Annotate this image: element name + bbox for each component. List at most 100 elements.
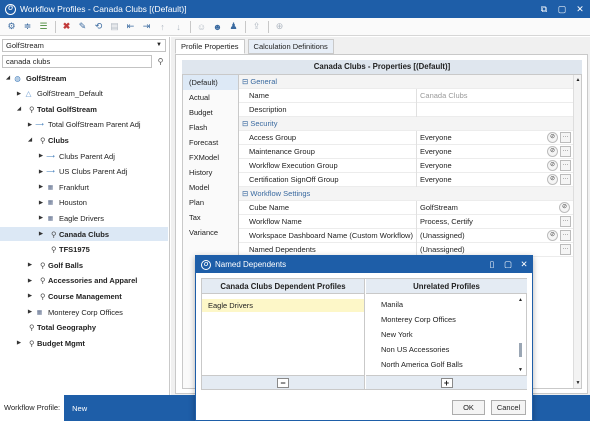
expanded-toggle-icon[interactable]: ◢ [15,106,23,112]
property-value[interactable] [417,103,573,117]
property-value[interactable]: Process, Certify ··· [417,215,573,229]
tree-node[interactable]: ▶ ⚲ Course Management [0,289,168,303]
tab-calculation-definitions[interactable]: Calculation Definitions [247,39,334,54]
move-up-icon[interactable]: ↑ [155,20,170,34]
scenario-item[interactable]: Budget [183,105,238,120]
move-down-icon[interactable]: ↓ [171,20,186,34]
scenario-item[interactable]: Flash [183,120,238,135]
property-row[interactable]: Cube Name GolfStream ⊘ [239,200,573,215]
scroll-down-icon[interactable]: ▼ [574,380,582,386]
tree-node[interactable]: ▶ ▦ Monterey Corp Offices [0,305,168,319]
tree-node[interactable]: ▶ ▦ Eagle Drivers [0,211,168,225]
property-row[interactable]: Workflow Name Process, Certify ··· [239,214,573,229]
tree-node[interactable]: ▶ ⟶ Total GolfStream Parent Adj [0,118,168,132]
tree-node[interactable]: ◢ ⚲ Clubs [0,133,168,147]
property-value[interactable]: Everyone ⊘ ··· [417,173,573,187]
property-scrollbar[interactable]: ▲ ▼ [573,75,581,388]
expanded-toggle-icon[interactable]: ◢ [26,137,34,143]
property-row[interactable]: Description [239,102,573,117]
share-icon[interactable]: ⇪ [249,20,264,34]
unrelated-list-scrollbar[interactable]: ▲ ▼ [518,297,524,373]
remove-dependent-button[interactable]: − [202,375,364,389]
settings-icon[interactable]: ⚙ [4,20,19,34]
clear-value-icon[interactable]: ⊘ [559,201,570,213]
search-input[interactable]: canada clubs [2,55,152,68]
ellipsis-button[interactable]: ··· [560,173,571,185]
ellipsis-button[interactable]: ··· [560,215,571,227]
chevron-down-icon[interactable]: ▼ [156,40,162,51]
collapsed-toggle-icon[interactable]: ▶ [26,278,34,284]
ok-button[interactable]: OK [452,400,485,415]
collapsed-toggle-icon[interactable]: ▶ [37,184,45,190]
globe-icon[interactable]: ⊕ [272,20,287,34]
unrelated-profile-item[interactable]: Monterey Corp Offices [366,312,527,327]
maximize-icon[interactable]: ▢ [555,2,569,16]
add-dependent-button[interactable]: + [366,375,527,389]
property-row[interactable]: Workspace Dashboard Name (Custom Workflo… [239,228,573,243]
unrelated-profile-item[interactable]: North America Golf Balls [366,357,527,372]
ellipsis-button[interactable]: ··· [560,145,571,157]
collapsed-toggle-icon[interactable]: ▶ [37,200,45,206]
property-row[interactable]: Access Group Everyone ⊘ ··· [239,130,573,145]
filter-icon[interactable]: ≑ [20,20,35,34]
collapsed-toggle-icon[interactable]: ▶ [15,91,23,97]
expanded-toggle-icon[interactable]: ◢ [4,75,12,81]
collapsed-toggle-icon[interactable]: ▶ [26,122,34,128]
collapsed-toggle-icon[interactable]: ▶ [26,293,34,299]
property-value[interactable]: Everyone ⊘ ··· [417,145,573,159]
scenario-item[interactable]: Forecast [183,135,238,150]
property-value[interactable]: Canada Clubs [417,89,573,103]
collapsed-toggle-icon[interactable]: ▶ [37,231,45,237]
collapse-category-icon[interactable]: ⊟ [239,189,250,198]
maximize-icon[interactable]: ▢ [502,258,514,271]
collapse-category-icon[interactable]: ⊟ [239,77,250,86]
collapsed-toggle-icon[interactable]: ▶ [37,215,45,221]
ellipsis-button[interactable]: ··· [560,243,571,255]
ellipsis-button[interactable]: ··· [560,159,571,171]
property-value[interactable]: Everyone ⊘ ··· [417,131,573,145]
refresh-icon[interactable]: ⟲ [91,20,106,34]
unrelated-profile-item[interactable]: Non US Accessories [366,342,527,357]
add-user-icon[interactable]: ☺ [194,20,209,34]
copy-icon[interactable]: ▯ [486,258,498,271]
search-icon[interactable]: ⚲ [154,55,167,68]
clear-value-icon[interactable]: ⊘ [547,173,558,185]
tree-node[interactable]: ▶ ⟶ US Clubs Parent Adj [0,165,168,179]
ellipsis-button[interactable]: ··· [560,229,571,241]
property-category[interactable]: ⊟ General [239,75,573,89]
property-row[interactable]: Name Canada Clubs [239,88,573,103]
property-value[interactable]: Everyone ⊘ ··· [417,159,573,173]
tree-node[interactable]: ▶ ⚲ Accessories and Apparel [0,274,168,288]
collapsed-toggle-icon[interactable]: ▶ [26,309,34,315]
scroll-up-icon[interactable]: ▲ [574,77,582,83]
delete-icon[interactable]: ✖ [59,20,74,34]
tree-node[interactable]: ▶ △ GolfStream_Default [0,87,168,101]
clear-value-icon[interactable]: ⊘ [547,145,558,157]
close-icon[interactable]: ✕ [573,2,587,16]
scenario-item[interactable]: Plan [183,195,238,210]
save-icon[interactable]: ▤ [107,20,122,34]
unrelated-profile-item[interactable]: New York [366,327,527,342]
scroll-thumb[interactable] [519,343,522,357]
scenario-item[interactable]: Model [183,180,238,195]
scroll-up-icon[interactable]: ▲ [518,297,523,303]
tab-profile-properties[interactable]: Profile Properties [175,39,245,54]
collapsed-toggle-icon[interactable]: ▶ [37,169,45,175]
property-category[interactable]: ⊟ Workflow Settings [239,187,573,201]
collapsed-toggle-icon[interactable]: ▶ [37,153,45,159]
restore-icon[interactable]: ⧉ [537,2,551,16]
dependent-profile-item[interactable]: Eagle Drivers [202,299,364,312]
tree-node[interactable]: ▶ ▦ Houston [0,196,168,210]
add-users-icon[interactable]: ☻ [210,20,225,34]
scenario-item[interactable]: Tax [183,210,238,225]
edit-icon[interactable]: ✎ [75,20,90,34]
collapse-icon[interactable]: ⇤ [123,20,138,34]
expand-icon[interactable]: ⇥ [139,20,154,34]
tree-node[interactable]: ⚲ Total Geography [0,321,168,335]
property-value[interactable]: GolfStream ⊘ [417,201,573,215]
user-group-icon[interactable]: ♟ [226,20,241,34]
unrelated-profile-item[interactable]: Manila [366,297,527,312]
tree-node[interactable]: ▶ ▦ Frankfurt [0,180,168,194]
scenario-item[interactable]: FXModel [183,150,238,165]
clear-value-icon[interactable]: ⊘ [547,229,558,241]
